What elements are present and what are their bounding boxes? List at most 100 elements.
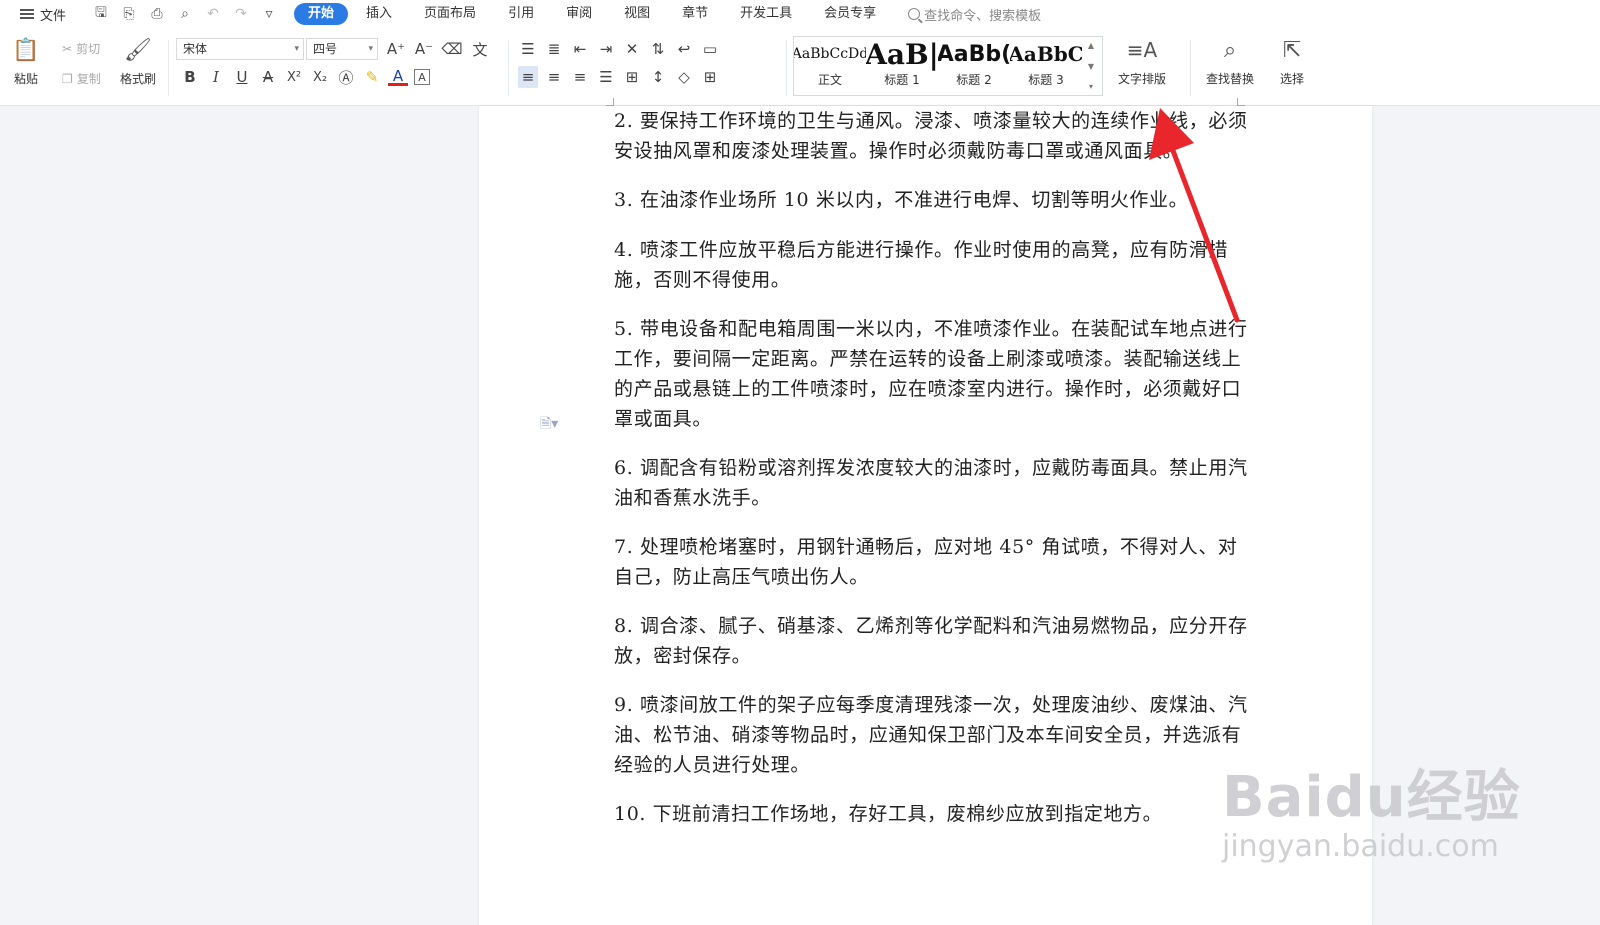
font-color-icon[interactable]: A	[388, 67, 408, 86]
file-menu[interactable]: 文件	[14, 0, 72, 28]
scissors-icon: ✂	[62, 41, 73, 56]
cut-button[interactable]: ✂ 剪切	[62, 40, 100, 57]
gallery-expand-icon[interactable]: ▾	[1089, 82, 1093, 91]
justify-icon[interactable]: ☰	[596, 66, 616, 88]
paragraph-5[interactable]: 5. 带电设备和配电箱周围一米以内，不准喷漆作业。在装配试车地点进行工作，要间隔…	[614, 314, 1254, 434]
paragraph-4[interactable]: 4. 喷漆工件应放平稳后方能进行操作。作业时使用的高凳，应有防滑措施，否则不得使…	[614, 235, 1254, 295]
text-effect-icon[interactable]: Ⓐ	[336, 66, 356, 88]
watermark-url: jingyan.baidu.com	[1222, 829, 1499, 864]
tab-page-layout[interactable]: 页面布局	[410, 3, 490, 25]
tab-insert[interactable]: 插入	[352, 3, 406, 25]
style-normal[interactable]: AaBbCcDd 正文	[794, 37, 866, 95]
chinese-layout-icon[interactable]: ✕	[622, 38, 642, 60]
font-name-select[interactable]: 宋体	[176, 38, 304, 60]
magnifier-icon: ⌕	[1223, 37, 1237, 63]
paste-button[interactable]: 📋 粘贴	[12, 36, 40, 87]
text-layout-button[interactable]: ≡A 文字排版	[1118, 36, 1166, 87]
paragraph-6[interactable]: 6. 调配含有铅粉或溶剂挥发浓度较大的油漆时，应戴防毒面具。禁止用汽油和香蕉水洗…	[614, 453, 1254, 513]
font-size-select[interactable]: 四号	[306, 38, 378, 60]
style-heading-3[interactable]: AaBbC 标题 3	[1010, 37, 1082, 95]
style-heading-1[interactable]: AaB| 标题 1	[866, 37, 938, 95]
paragraph-row-1: ☰ ≣ ⇤ ⇥ ✕ ⇅ ↩ ▭	[518, 38, 720, 60]
paste-label: 粘贴	[13, 72, 38, 86]
bold-icon[interactable]: B	[180, 66, 200, 88]
paragraph-3[interactable]: 3. 在油漆作业场所 10 米以内，不准进行电焊、切割等明火作业。	[614, 185, 1254, 215]
margin-corner-tr	[1237, 98, 1245, 106]
chevron-up-icon[interactable]: ▲	[1088, 41, 1094, 50]
file-menu-label: 文件	[40, 8, 67, 24]
style-heading-2-name: 标题 2	[956, 73, 992, 87]
align-right-icon[interactable]: ≡	[570, 66, 590, 88]
align-left-icon[interactable]: ≡	[518, 66, 538, 88]
cut-label: 剪切	[76, 42, 101, 56]
output-pdf-icon[interactable]: ⎘	[120, 5, 138, 23]
underline-icon[interactable]: U	[232, 66, 252, 88]
font-row-1: A⁺ A⁻ ⌫ 文	[386, 38, 490, 60]
highlight-icon[interactable]: ✎	[362, 66, 382, 88]
tab-references[interactable]: 引用	[494, 3, 548, 25]
chevron-down-icon[interactable]: ▼	[1088, 62, 1094, 71]
quick-access-toolbar: 🖫 ⎘ ⎙ ⌕ ↶ ↷ ▿	[92, 5, 278, 23]
strikethrough-icon[interactable]: A	[258, 66, 278, 88]
paragraph-9[interactable]: 9. 喷漆间放工件的架子应每季度清理残漆一次，处理废油纱、废煤油、汽油、松节油、…	[614, 690, 1254, 780]
tab-review[interactable]: 审阅	[552, 3, 606, 25]
clear-format-icon[interactable]: ⌫	[441, 38, 462, 60]
increase-indent-icon[interactable]: ⇥	[596, 38, 616, 60]
style-heading-2[interactable]: AaBb( 标题 2	[938, 37, 1010, 95]
distributed-icon[interactable]: ⊞	[622, 66, 642, 88]
grow-font-icon[interactable]: A⁺	[386, 38, 406, 60]
copy-icon: ❐	[62, 71, 73, 86]
tab-chapter[interactable]: 章节	[668, 3, 722, 25]
char-border-icon[interactable]: A	[414, 69, 430, 85]
style-heading-2-preview: AaBb(	[938, 41, 1010, 67]
style-heading-1-preview: AaB|	[866, 37, 938, 71]
decrease-indent-icon[interactable]: ⇤	[570, 38, 590, 60]
format-painter-button[interactable]: 🖌 格式刷	[120, 36, 156, 87]
gallery-scroll[interactable]: ▲ ▼ ▾	[1082, 37, 1100, 95]
command-search-placeholder: 查找命令、搜索模板	[924, 8, 1042, 24]
customize-toolbar-icon[interactable]: ▿	[260, 5, 278, 23]
shrink-font-icon[interactable]: A⁻	[414, 38, 434, 60]
menu-bar: 文件 🖫 ⎘ ⎙ ⌕ ↶ ↷ ▿ 开始 插入 页面布局 引用 审阅 视图 章节 …	[0, 0, 1600, 28]
paragraph-handle-icon[interactable]: 🗎▾	[540, 413, 558, 437]
style-heading-3-name: 标题 3	[1028, 73, 1064, 87]
paragraph-10[interactable]: 10. 下班前清扫工作场地，存好工具，废棉纱应放到指定地方。	[614, 799, 1254, 829]
text-layout-label: 文字排版	[1118, 72, 1167, 86]
margin-corner-tl	[606, 98, 614, 106]
paragraph-row-2: ≡ ≡ ≡ ☰ ⊞ ↕ ◇ ⊞	[518, 66, 720, 88]
tab-view[interactable]: 视图	[610, 3, 664, 25]
paragraph-2[interactable]: 2. 要保持工作环境的卫生与通风。浸漆、喷漆量较大的连续作业线，必须安设抽风罩和…	[614, 106, 1254, 166]
undo-icon[interactable]: ↶	[204, 5, 222, 23]
borders-icon[interactable]: ⊞	[700, 66, 720, 88]
hamburger-icon	[20, 9, 34, 19]
tab-member[interactable]: 会员专享	[810, 3, 890, 25]
font-row-2: B I U A X² X₂ Ⓐ ✎ A A	[180, 66, 430, 88]
find-replace-label: 查找替换	[1206, 72, 1255, 86]
tab-home[interactable]: 开始	[294, 3, 349, 25]
copy-button[interactable]: ❐ 复制	[62, 70, 101, 87]
select-button[interactable]: ⇱ 选择	[1278, 36, 1306, 87]
command-search[interactable]: 查找命令、搜索模板	[908, 5, 1041, 24]
text-direction-icon[interactable]: ↩	[674, 38, 694, 60]
numbered-list-icon[interactable]: ≣	[544, 38, 564, 60]
redo-icon[interactable]: ↷	[232, 5, 250, 23]
subscript-icon[interactable]: X₂	[310, 66, 330, 88]
paragraph-8[interactable]: 8. 调合漆、腻子、硝基漆、乙烯剂等化学配料和汽油易燃物品，应分开存放，密封保存…	[614, 611, 1254, 671]
align-center-icon[interactable]: ≡	[544, 66, 564, 88]
save-icon[interactable]: 🖫	[92, 5, 110, 23]
find-replace-button[interactable]: ⌕ 查找替换	[1206, 36, 1254, 87]
tab-developer-tools[interactable]: 开发工具	[726, 3, 806, 25]
line-spacing-icon[interactable]: ↕	[648, 66, 668, 88]
print-icon[interactable]: ⎙	[148, 5, 166, 23]
text-layout-icon: ≡A	[1126, 38, 1158, 62]
italic-icon[interactable]: I	[206, 66, 226, 88]
show-marks-icon[interactable]: ▭	[700, 38, 720, 60]
paragraph-7[interactable]: 7. 处理喷枪堵塞时，用钢针通畅后，应对地 45° 角试喷，不得对人、对自己，防…	[614, 532, 1254, 592]
phonetic-guide-icon[interactable]: 文	[470, 38, 490, 60]
superscript-icon[interactable]: X²	[284, 66, 304, 88]
shading-icon[interactable]: ◇	[674, 66, 694, 88]
print-preview-icon[interactable]: ⌕	[176, 5, 194, 23]
bullet-list-icon[interactable]: ☰	[518, 38, 538, 60]
styles-gallery: AaBbCcDd 正文 AaB| 标题 1 AaBb( 标题 2 AaBbC 标…	[793, 36, 1103, 96]
sort-icon[interactable]: ⇅	[648, 38, 668, 60]
